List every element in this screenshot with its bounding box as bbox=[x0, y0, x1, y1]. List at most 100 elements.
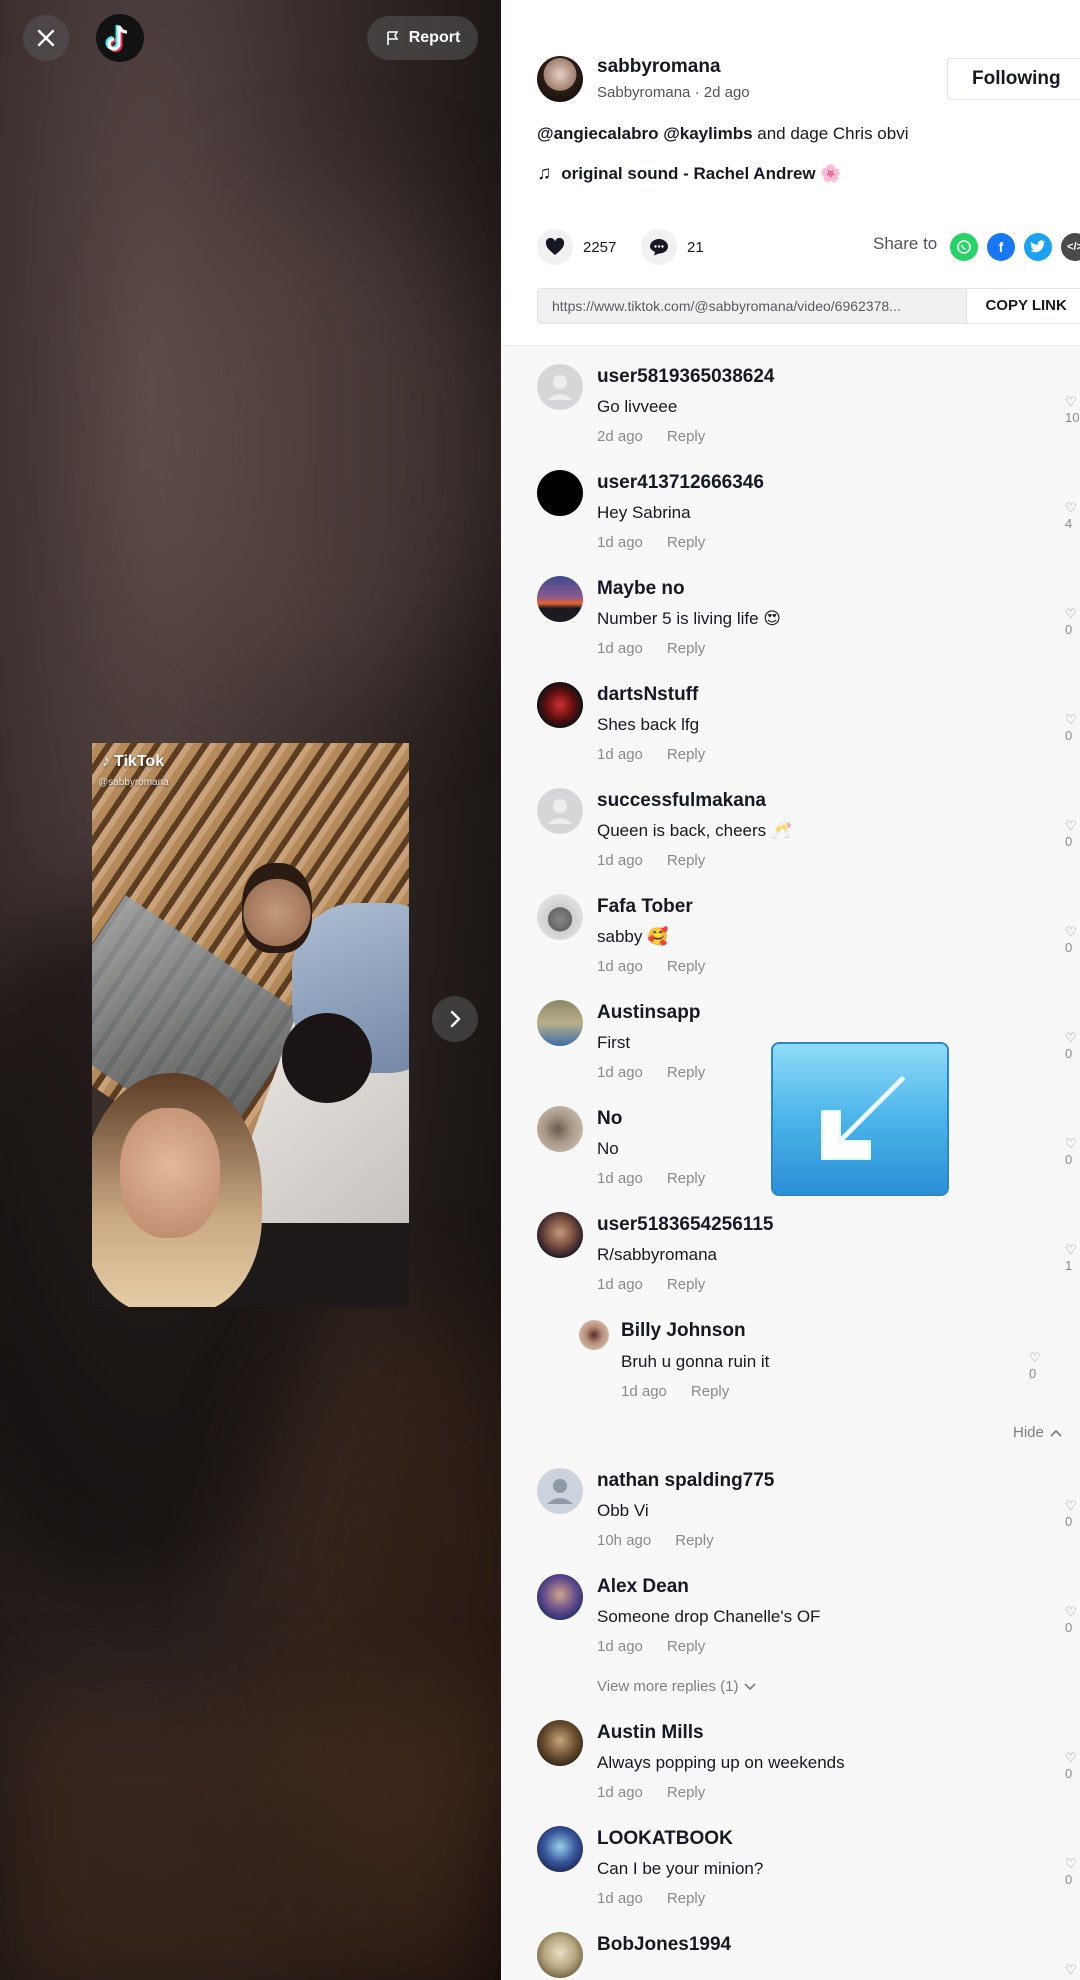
reply-button[interactable]: Reply bbox=[667, 1890, 705, 1907]
comment-like[interactable]: ♡ 0 bbox=[1065, 924, 1080, 955]
comment-like[interactable]: ♡ 10 bbox=[1065, 394, 1080, 425]
reply-like[interactable]: ♡ 0 bbox=[1029, 1350, 1041, 1381]
reply-button[interactable]: Reply bbox=[667, 852, 705, 869]
embed-icon[interactable]: </> bbox=[1061, 233, 1080, 261]
reply-button[interactable]: Reply bbox=[667, 1638, 705, 1655]
comment-like[interactable]: ♡ 0 bbox=[1065, 818, 1080, 849]
comment-like[interactable]: ♡ 0 bbox=[1065, 1604, 1080, 1635]
comment-like[interactable]: ♡ 1 bbox=[1065, 1242, 1080, 1273]
copy-link-button[interactable]: COPY LINK bbox=[966, 289, 1080, 323]
reply-button[interactable]: Reply bbox=[667, 1276, 705, 1293]
comment-username[interactable]: Alex Dean bbox=[597, 1576, 689, 1598]
user-avatar[interactable] bbox=[537, 1574, 583, 1620]
following-button[interactable]: Following bbox=[947, 58, 1080, 100]
heart-outline-icon[interactable]: ♡ bbox=[1065, 1136, 1077, 1151]
comment-username[interactable]: user413712666346 bbox=[597, 472, 764, 494]
comment-username[interactable]: user5183654256115 bbox=[597, 1214, 773, 1236]
reply-button[interactable]: Reply bbox=[667, 534, 705, 551]
default-avatar[interactable] bbox=[537, 364, 583, 410]
reply-button[interactable]: Reply bbox=[667, 1784, 705, 1801]
video-frame[interactable]: ♪ TikTok @sabbyromana bbox=[92, 743, 409, 1307]
view-more-replies-button[interactable]: View more replies (1) bbox=[597, 1678, 757, 1695]
comment-icon[interactable] bbox=[641, 229, 677, 265]
heart-outline-icon[interactable]: ♡ bbox=[1065, 712, 1077, 727]
user-avatar[interactable] bbox=[537, 1826, 583, 1872]
comment-username[interactable]: Maybe no bbox=[597, 578, 685, 600]
comment-username[interactable]: dartsNstuff bbox=[597, 684, 698, 706]
heart-outline-icon[interactable]: ♡ bbox=[1065, 500, 1077, 515]
close-button[interactable] bbox=[23, 15, 69, 61]
heart-outline-icon[interactable]: ♡ bbox=[1065, 924, 1077, 939]
reply-button[interactable]: Reply bbox=[667, 958, 705, 975]
report-button[interactable]: Report bbox=[367, 16, 478, 60]
heart-outline-icon[interactable]: ♡ bbox=[1065, 606, 1077, 621]
default-avatar[interactable] bbox=[537, 788, 583, 834]
description-text: and dage Chris obvi bbox=[757, 124, 909, 143]
default-avatar[interactable] bbox=[537, 1468, 583, 1514]
comment-like[interactable]: ♡ 4 bbox=[1065, 500, 1080, 531]
reply-button[interactable]: Reply bbox=[675, 1532, 713, 1549]
facebook-icon[interactable]: f bbox=[987, 233, 1015, 261]
user-avatar[interactable] bbox=[537, 1720, 583, 1766]
reply-button[interactable]: Reply bbox=[691, 1383, 729, 1400]
comment-like[interactable]: ♡ bbox=[1065, 1962, 1080, 1978]
hide-replies-button[interactable]: Hide bbox=[1013, 1424, 1062, 1441]
heart-outline-icon[interactable]: ♡ bbox=[1065, 1604, 1077, 1619]
music-link[interactable]: ♫ original sound - Rachel Andrew 🌸 bbox=[537, 163, 842, 185]
user-avatar[interactable] bbox=[537, 1212, 583, 1258]
comment-like[interactable]: ♡ 0 bbox=[1065, 1136, 1080, 1167]
reply-button[interactable]: Reply bbox=[667, 746, 705, 763]
heart-outline-icon[interactable]: ♡ bbox=[1065, 1498, 1077, 1513]
comment-username[interactable]: No bbox=[597, 1108, 622, 1130]
comment-username[interactable]: successfulmakana bbox=[597, 790, 766, 812]
comment-like[interactable]: ♡ 0 bbox=[1065, 1856, 1080, 1887]
user-avatar[interactable] bbox=[537, 1106, 583, 1152]
user-avatar[interactable] bbox=[537, 470, 583, 516]
reply-button[interactable]: Reply bbox=[667, 428, 705, 445]
author-username[interactable]: sabbyromana bbox=[597, 56, 721, 78]
mention-link[interactable]: @angiecalabro bbox=[537, 124, 658, 143]
comment-username[interactable]: BobJones1994 bbox=[597, 1934, 731, 1956]
heart-outline-icon[interactable]: ♡ bbox=[1065, 1030, 1077, 1045]
comment-like[interactable]: ♡ 0 bbox=[1065, 712, 1080, 743]
user-avatar[interactable] bbox=[537, 682, 583, 728]
tiktok-logo[interactable] bbox=[96, 14, 144, 62]
heart-outline-icon[interactable]: ♡ bbox=[1065, 1750, 1077, 1765]
share-link-text[interactable]: https://www.tiktok.com/@sabbyromana/vide… bbox=[538, 289, 966, 323]
mention-link[interactable]: @kaylimbs bbox=[663, 124, 752, 143]
twitter-icon[interactable] bbox=[1024, 233, 1052, 261]
comment-like[interactable]: ♡ 0 bbox=[1065, 606, 1080, 637]
reply-button[interactable]: Reply bbox=[667, 640, 705, 657]
user-avatar[interactable] bbox=[537, 1000, 583, 1046]
heart-outline-icon[interactable]: ♡ bbox=[1029, 1350, 1041, 1365]
heart-outline-icon[interactable]: ♡ bbox=[1065, 1242, 1077, 1257]
like-stat[interactable]: 2257 bbox=[537, 229, 616, 265]
comment-like[interactable]: ♡ 0 bbox=[1065, 1750, 1080, 1781]
next-video-button[interactable] bbox=[432, 996, 478, 1042]
comment-username[interactable]: Austin Mills bbox=[597, 1722, 704, 1744]
comment-username[interactable]: LOOKATBOOK bbox=[597, 1828, 733, 1850]
user-avatar[interactable] bbox=[579, 1320, 609, 1350]
heart-outline-icon[interactable]: ♡ bbox=[1065, 818, 1077, 833]
comment-username[interactable]: nathan spalding775 bbox=[597, 1470, 774, 1492]
comment-item: user5183654256115 R/sabbyromana 1d ago R… bbox=[537, 1212, 1080, 1318]
comment-username[interactable]: Fafa Tober bbox=[597, 896, 693, 918]
heart-icon[interactable] bbox=[537, 229, 573, 265]
comment-like[interactable]: ♡ 0 bbox=[1065, 1030, 1080, 1061]
comment-username[interactable]: user5819365038624 bbox=[597, 366, 775, 388]
user-avatar[interactable] bbox=[537, 576, 583, 622]
heart-outline-icon[interactable]: ♡ bbox=[1065, 1856, 1077, 1871]
user-avatar[interactable] bbox=[537, 894, 583, 940]
comment-username[interactable]: Austinsapp bbox=[597, 1002, 700, 1024]
music-note-icon: ♫ bbox=[537, 163, 552, 184]
author-avatar[interactable] bbox=[537, 56, 583, 102]
comment-like[interactable]: ♡ 0 bbox=[1065, 1498, 1080, 1529]
heart-outline-icon[interactable]: ♡ bbox=[1065, 1962, 1077, 1977]
user-avatar[interactable] bbox=[537, 1932, 583, 1978]
comment-stat[interactable]: 21 bbox=[641, 229, 704, 265]
reply-button[interactable]: Reply bbox=[667, 1064, 705, 1081]
whatsapp-icon[interactable] bbox=[950, 233, 978, 261]
heart-outline-icon[interactable]: ♡ bbox=[1065, 394, 1077, 409]
reply-button[interactable]: Reply bbox=[667, 1170, 705, 1187]
reply-username[interactable]: Billy Johnson bbox=[621, 1320, 746, 1342]
